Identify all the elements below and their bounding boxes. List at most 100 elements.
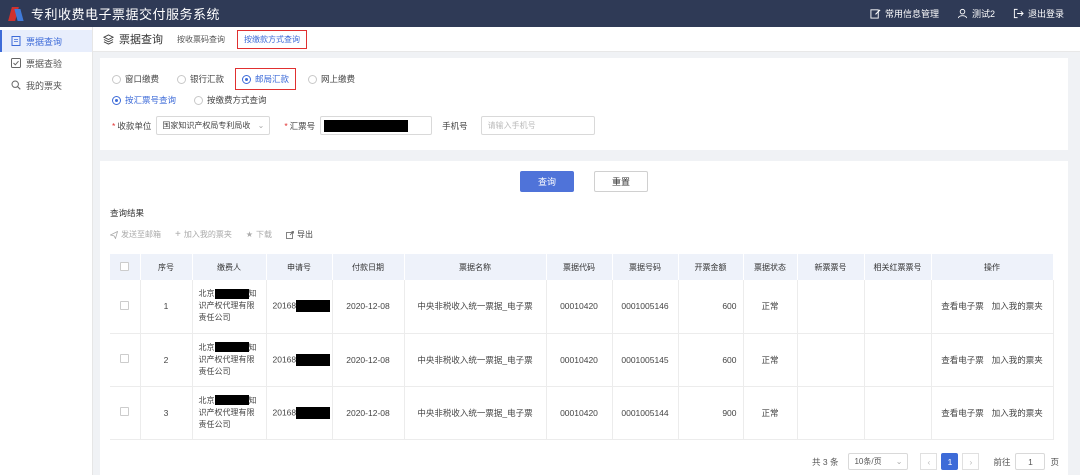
row-checkbox-cell[interactable] [110, 386, 141, 440]
cell-status: 正常 [743, 333, 798, 387]
logout-label: 退出登录 [1027, 9, 1064, 19]
cell-status: 正常 [743, 280, 798, 334]
radio-by-draft-number[interactable]: 按汇票号查询 [112, 94, 176, 106]
cell-application-no: 20168 [266, 386, 333, 440]
payee-label: * 收款单位 [112, 120, 152, 131]
redacted-block [296, 300, 331, 313]
send-icon [110, 230, 118, 239]
cell-actions: 查看电子票 加入我的票夹 [931, 386, 1054, 440]
next-page-button[interactable]: › [962, 453, 980, 470]
phone-label: 手机号 [442, 120, 468, 131]
goto-page-input[interactable]: 1 [1015, 453, 1046, 470]
radio-dot [308, 74, 318, 84]
page-size-value: 10条/页 [854, 457, 882, 466]
total-count: 共 3 条 [812, 456, 839, 467]
view-ticket-link[interactable]: 查看电子票 [941, 355, 984, 365]
radio-window-payment[interactable]: 窗口缴费 [112, 73, 159, 85]
add-folder-button[interactable]: + 加入我的票夹 [175, 229, 232, 240]
sidebar-item-my-folder[interactable]: 我的票夹 [0, 74, 92, 96]
goto-label: 前往 [993, 456, 1011, 467]
table-row: 3 北京知识产权代理有限 责任公司 20168 2020-12-08 中央非税收入统一票据… [110, 386, 1054, 440]
query-button[interactable]: 查询 [520, 171, 574, 192]
row-checkbox[interactable] [120, 300, 130, 310]
results-toolbar: 发送至邮箱 + 加入我的票夹 ★ 下载 导出 [110, 229, 313, 240]
sidebar-item-ticket-verify[interactable]: 票据查验 [0, 52, 92, 74]
user-link[interactable]: 测试2 [957, 7, 995, 20]
draft-number-label: * 汇票号 [284, 120, 316, 131]
star-icon: ★ [245, 230, 254, 239]
redacted-block [296, 406, 331, 419]
radio-by-payment-method[interactable]: 按缴费方式查询 [194, 94, 267, 106]
chevron-down-icon: ⌄ [895, 457, 903, 466]
cell-ticket-code: 00010420 [546, 386, 613, 440]
col-actions: 操作 [931, 254, 1054, 280]
radio-dot [242, 74, 252, 84]
col-index: 序号 [140, 254, 193, 280]
tool-label: 加入我的票夹 [183, 230, 232, 239]
cell-index: 1 [140, 280, 193, 334]
current-page-button[interactable]: 1 [941, 453, 959, 470]
table-body: 1 北京知识产权代理有限 责任公司 20168 2020-12-08 中央非税收入统一票据… [110, 280, 1054, 440]
add-to-folder-link[interactable]: 加入我的票夹 [992, 408, 1043, 418]
logout-link[interactable]: 退出登录 [1013, 7, 1064, 20]
select-all-checkbox[interactable] [120, 261, 130, 271]
radio-dot [112, 95, 121, 105]
col-amount: 开票金额 [678, 254, 744, 280]
phone-input[interactable]: 请输入手机号 [480, 116, 595, 135]
tool-label: 导出 [297, 230, 314, 239]
radio-label: 邮局汇款 [255, 74, 290, 84]
export-button[interactable]: 导出 [286, 229, 313, 240]
sidebar-item-ticket-query[interactable]: 票据查询 [0, 30, 92, 52]
view-ticket-link[interactable]: 查看电子票 [941, 408, 984, 418]
cell-index: 2 [140, 333, 193, 387]
pagination: 共 3 条 10条/页 ⌄ ‹ 1 › 前往 1 页 [812, 453, 1059, 470]
download-button[interactable]: ★ 下载 [246, 229, 272, 240]
cell-ticket-number: 0001005146 [612, 280, 679, 334]
payee-select[interactable]: 国家知识产权局专利局收 ⌄ [156, 116, 271, 135]
send-email-button[interactable]: 发送至邮箱 [110, 229, 161, 240]
cell-ticket-number: 0001005144 [612, 386, 679, 440]
page-size-select[interactable]: 10条/页 ⌄ [848, 453, 909, 470]
cell-ticket-name: 中央非税收入统一票据_电子票 [404, 333, 547, 387]
sidebar-item-label: 票据查验 [26, 58, 63, 69]
col-new-ticket-no: 新票票号 [797, 254, 865, 280]
row-checkbox-cell[interactable] [110, 280, 141, 334]
document-icon [11, 36, 21, 46]
row-checkbox[interactable] [120, 354, 130, 363]
radio-postal-transfer[interactable]: 邮局汇款 [235, 68, 297, 90]
cell-new-ticket-no [797, 280, 865, 334]
tab-by-code[interactable]: 按收票码查询 [177, 34, 225, 45]
tab-by-payment-method[interactable]: 按缴款方式查询 [237, 29, 307, 49]
select-all-cell[interactable] [110, 254, 141, 280]
common-info-link[interactable]: 常用信息管理 [870, 7, 939, 20]
cell-actions: 查看电子票 加入我的票夹 [931, 280, 1054, 334]
add-to-folder-link[interactable]: 加入我的票夹 [992, 301, 1043, 311]
filter-fields: * 收款单位 国家知识产权局专利局收 ⌄ * 汇票号 手机号 请输入手机号 [112, 116, 595, 135]
sidebar-item-label: 票据查询 [26, 36, 63, 47]
table-row: 2 北京知识产权代理有限 责任公司 20168 2020-12-08 中央非税收入统一票据… [110, 333, 1054, 387]
reset-button[interactable]: 重置 [594, 171, 648, 192]
user-icon [957, 8, 968, 19]
tool-label: 发送至邮箱 [121, 230, 161, 239]
radio-bank-transfer[interactable]: 银行汇款 [177, 73, 224, 85]
redacted-block [214, 395, 249, 406]
row-checkbox[interactable] [120, 407, 130, 416]
cell-red-ticket-no [864, 386, 932, 440]
phone-placeholder: 请输入手机号 [487, 121, 536, 130]
draft-number-input[interactable] [320, 116, 433, 135]
row-checkbox-cell[interactable] [110, 333, 141, 387]
view-ticket-link[interactable]: 查看电子票 [941, 301, 984, 311]
sidebar: 票据查询 票据查验 我的票夹 [0, 27, 93, 475]
radio-online-payment[interactable]: 网上缴费 [308, 73, 355, 85]
radio-dot [177, 74, 187, 84]
results-title: 查询结果 [110, 208, 145, 218]
add-to-folder-link[interactable]: 加入我的票夹 [992, 355, 1043, 365]
chevron-down-icon: ⌄ [257, 121, 265, 130]
results-table: 序号 缴费人 申请号 付款日期 票据名称 票据代码 票据号码 开票金额 票据状态… [110, 254, 1054, 440]
prev-page-button[interactable]: ‹ [920, 453, 938, 470]
radio-label: 网上缴费 [321, 74, 356, 84]
col-ticket-name: 票据名称 [404, 254, 547, 280]
tab-bar: 票据查询 按收票码查询 按缴款方式查询 [93, 27, 1080, 52]
page-title-text: 票据查询 [119, 34, 163, 46]
cell-payment-date: 2020-12-08 [332, 333, 405, 387]
